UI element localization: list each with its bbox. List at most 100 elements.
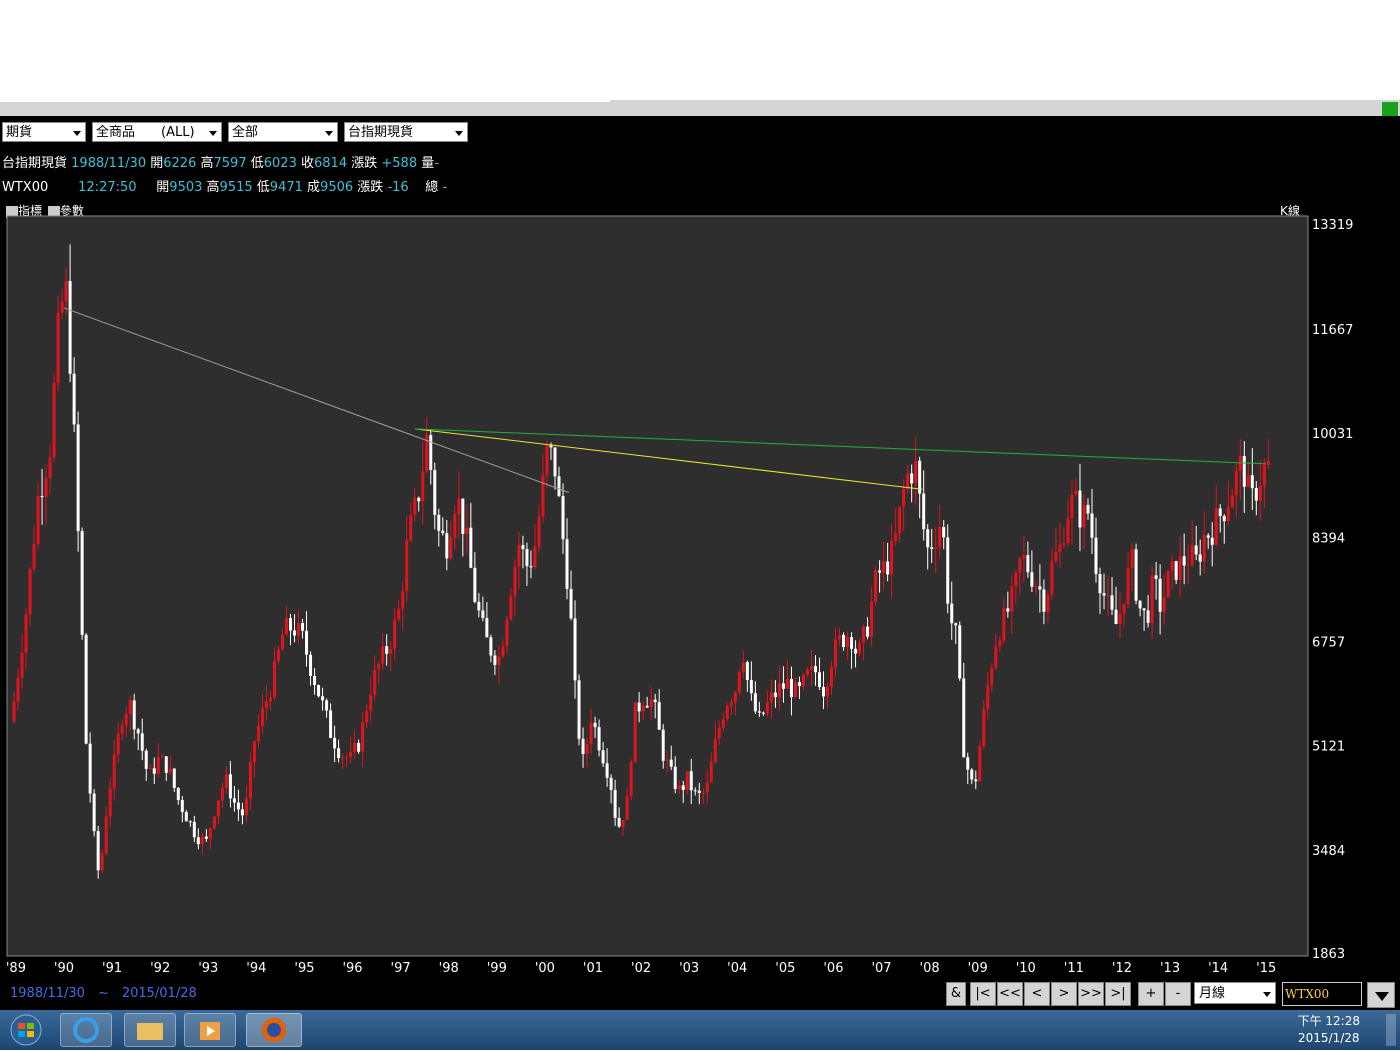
candle-body: [894, 533, 898, 541]
candle-body: [473, 567, 477, 602]
next-button[interactable]: >: [1051, 982, 1077, 1006]
candle-body: [693, 790, 697, 792]
windows-start-icon: [10, 1014, 42, 1046]
candle-body: [289, 618, 293, 631]
candle-body: [1238, 456, 1242, 471]
candle-body: [317, 685, 321, 697]
product-select[interactable]: 全商品 (ALL): [92, 122, 222, 142]
scope-select[interactable]: 全部: [228, 122, 338, 142]
taskbar-firefox[interactable]: [246, 1013, 302, 1047]
candle-body: [505, 619, 509, 647]
candle-body: [898, 506, 902, 534]
chevron-down-icon: [325, 131, 333, 136]
y-tick-label: 3484: [1312, 844, 1345, 859]
candle-body: [1162, 597, 1166, 612]
zoom-out-button[interactable]: -: [1165, 982, 1191, 1006]
show-desktop-button[interactable]: [1386, 1014, 1396, 1046]
candle-body: [854, 648, 858, 654]
candle-body: [809, 666, 813, 670]
candle-body: [393, 619, 397, 650]
taskbar-media[interactable]: [184, 1013, 236, 1047]
candle-body: [32, 544, 36, 569]
quote1-change-label: 漲跌: [351, 156, 378, 171]
candle-body: [445, 533, 449, 559]
candle-body: [946, 537, 950, 604]
x-tick-label: '12: [1112, 961, 1132, 974]
candle-body: [593, 722, 597, 728]
symbol-select[interactable]: 台指期現貨: [344, 122, 468, 142]
candle-body: [92, 793, 96, 832]
candle-body: [357, 742, 361, 752]
prev-button[interactable]: <: [1024, 982, 1050, 1006]
x-tick-label: '08: [920, 961, 940, 974]
zoom-in-button[interactable]: +: [1138, 982, 1164, 1006]
candle-body: [228, 774, 232, 799]
candle-body: [160, 756, 164, 758]
market-select[interactable]: 期貨: [2, 122, 86, 142]
amp-button[interactable]: &: [946, 982, 966, 1006]
clock-date: 2015/1/28: [1298, 1031, 1360, 1045]
candle-body: [204, 836, 208, 839]
candle-body: [1254, 488, 1258, 501]
candle-body: [1218, 508, 1222, 516]
candle-body: [765, 702, 769, 714]
forward-button[interactable]: >>: [1078, 982, 1104, 1006]
candle-body: [970, 769, 974, 780]
candle-body: [413, 497, 417, 515]
candle-body: [188, 821, 192, 823]
candlestick-chart[interactable]: 13319 11667 10031 8394 6757 5121 3484 1863 '89 '…: [0, 214, 1400, 974]
folder-icon: [137, 1023, 163, 1040]
window-titlebar: [0, 100, 1400, 116]
candle-body: [846, 637, 850, 647]
start-button[interactable]: [4, 1013, 48, 1047]
candle-body: [216, 800, 220, 817]
candle-body: [196, 837, 200, 845]
candle-body: [20, 652, 24, 678]
candle-body: [120, 725, 124, 735]
candle-body: [72, 373, 76, 425]
x-tick-label: '94: [246, 961, 266, 974]
candle-body: [826, 686, 830, 697]
candle-body: [276, 649, 280, 661]
candle-body: [305, 630, 309, 655]
x-tick-label: '96: [342, 961, 362, 974]
candle-body: [1206, 535, 1210, 538]
candle-body: [773, 692, 777, 698]
first-button[interactable]: |<: [970, 982, 996, 1006]
candle-body: [40, 496, 44, 498]
candle-body: [140, 733, 144, 751]
last-button[interactable]: >|: [1105, 982, 1131, 1006]
quote1-open: 6226: [163, 156, 197, 171]
candle-body: [449, 537, 453, 559]
taskbar-ie[interactable]: [60, 1013, 112, 1047]
candle-body: [1150, 575, 1154, 623]
symbol-input[interactable]: WTX00: [1282, 982, 1362, 1006]
quote2-time: 12:27:50: [78, 180, 137, 195]
y-tick-label: 6757: [1312, 636, 1345, 651]
candle-body: [633, 702, 637, 763]
candle-body: [769, 692, 773, 703]
candle-body: [341, 757, 345, 759]
candle-body: [1026, 555, 1030, 573]
taskbar-explorer[interactable]: [124, 1013, 176, 1047]
candle-body: [313, 675, 317, 686]
candle-body: [1042, 589, 1046, 612]
taskbar: 下午 12:28 2015/1/28: [0, 1010, 1400, 1050]
candle-body: [469, 527, 473, 568]
rewind-button[interactable]: <<: [997, 982, 1023, 1006]
x-tick-label: '93: [198, 961, 218, 974]
candle-body: [1074, 490, 1078, 495]
candle-body: [192, 821, 196, 838]
candle-body: [377, 663, 381, 670]
candle-body: [493, 655, 497, 665]
candle-body: [1146, 610, 1150, 623]
system-clock[interactable]: 下午 12:28 2015/1/28: [1298, 1013, 1360, 1047]
candle-body: [1158, 578, 1162, 612]
candle-body: [801, 674, 805, 687]
period-select[interactable]: 月線: [1194, 982, 1276, 1004]
candle-body: [128, 700, 132, 715]
dropdown-button[interactable]: [1367, 982, 1395, 1008]
candle-body: [373, 669, 377, 696]
quote2-change-label: 漲跌: [357, 180, 384, 195]
grid-icon[interactable]: [1382, 102, 1398, 116]
